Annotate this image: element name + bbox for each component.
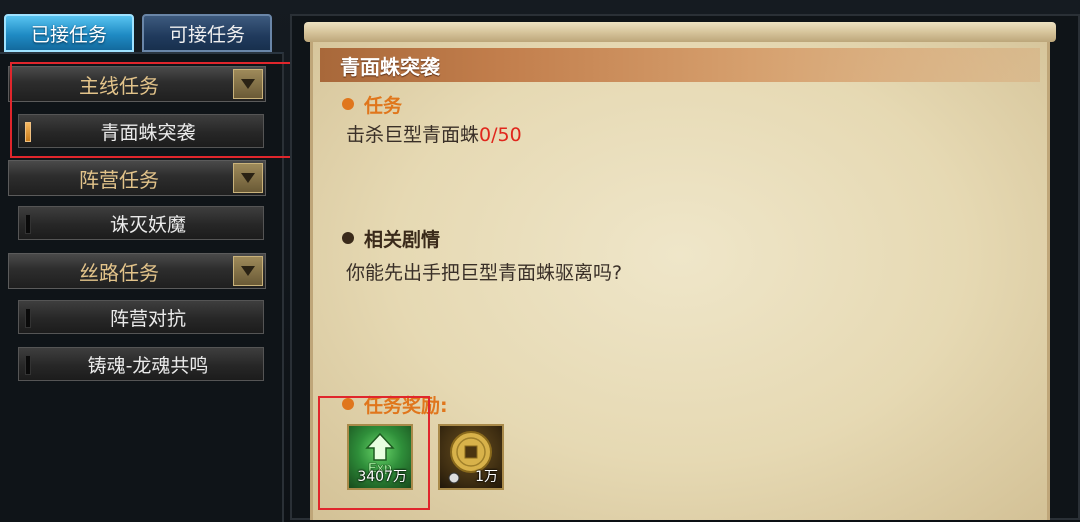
collapse-toggle-button[interactable] <box>233 256 263 286</box>
reward-exp-slot[interactable]: Exp 3407万 <box>347 424 413 490</box>
task-text: 击杀巨型青面蛛 <box>346 124 480 146</box>
category-label: 阵营任务 <box>79 167 159 192</box>
reward-heading-text: 任务奖励: <box>364 394 448 417</box>
collapse-toggle-button[interactable] <box>233 163 263 193</box>
category-main-quest[interactable]: 主线任务 <box>8 66 266 102</box>
reward-heading: 任务奖励: <box>342 392 448 417</box>
task-heading: 任务 <box>342 92 403 117</box>
quest-item-label: 诛灭妖魔 <box>109 213 186 236</box>
story-heading: 相关剧情 <box>342 226 441 251</box>
category-label: 丝路任务 <box>79 260 159 285</box>
collapse-toggle-button[interactable] <box>233 69 263 99</box>
task-progress: 0/50 <box>479 124 522 146</box>
chevron-down-icon <box>241 173 255 183</box>
category-silkroad-quest[interactable]: 丝路任务 <box>8 253 266 289</box>
task-description: 击杀巨型青面蛛0/50 <box>346 120 522 147</box>
quest-item[interactable]: 阵营对抗 <box>18 300 264 334</box>
tab-accepted-quests[interactable]: 已接任务 <box>4 14 134 52</box>
task-heading-text: 任务 <box>364 94 403 117</box>
reward-quantity: 3407万 <box>357 469 407 485</box>
reward-quantity: 1万 <box>475 469 498 485</box>
tab-available-quests[interactable]: 可接任务 <box>142 14 272 52</box>
chevron-down-icon <box>241 266 255 276</box>
selection-indicator <box>25 214 31 234</box>
bullet-icon <box>342 232 354 244</box>
chevron-down-icon <box>241 79 255 89</box>
category-faction-quest[interactable]: 阵营任务 <box>8 160 266 196</box>
quest-item[interactable]: 铸魂-龙魂共鸣 <box>18 347 264 381</box>
scroll-roll-top <box>304 22 1056 42</box>
selection-indicator <box>25 308 31 328</box>
category-label: 主线任务 <box>79 73 159 98</box>
selection-indicator <box>25 122 31 142</box>
bullet-icon <box>342 398 354 410</box>
quest-item[interactable]: 诛灭妖魔 <box>18 206 264 240</box>
quest-item-label: 阵营对抗 <box>109 307 186 330</box>
story-heading-text: 相关剧情 <box>364 228 441 251</box>
quest-item-selected[interactable]: 青面蛛突袭 <box>18 114 264 148</box>
quest-title: 青面蛛突袭 <box>340 54 440 79</box>
quest-item-label: 青面蛛突袭 <box>100 121 196 144</box>
reward-gold-slot[interactable]: 1万 <box>438 424 504 490</box>
story-text: 你能先出手把巨型青面蛛驱离吗? <box>346 262 623 284</box>
bullet-icon <box>342 98 354 110</box>
quest-item-label: 铸魂-龙魂共鸣 <box>87 354 209 377</box>
selection-indicator <box>25 355 31 375</box>
